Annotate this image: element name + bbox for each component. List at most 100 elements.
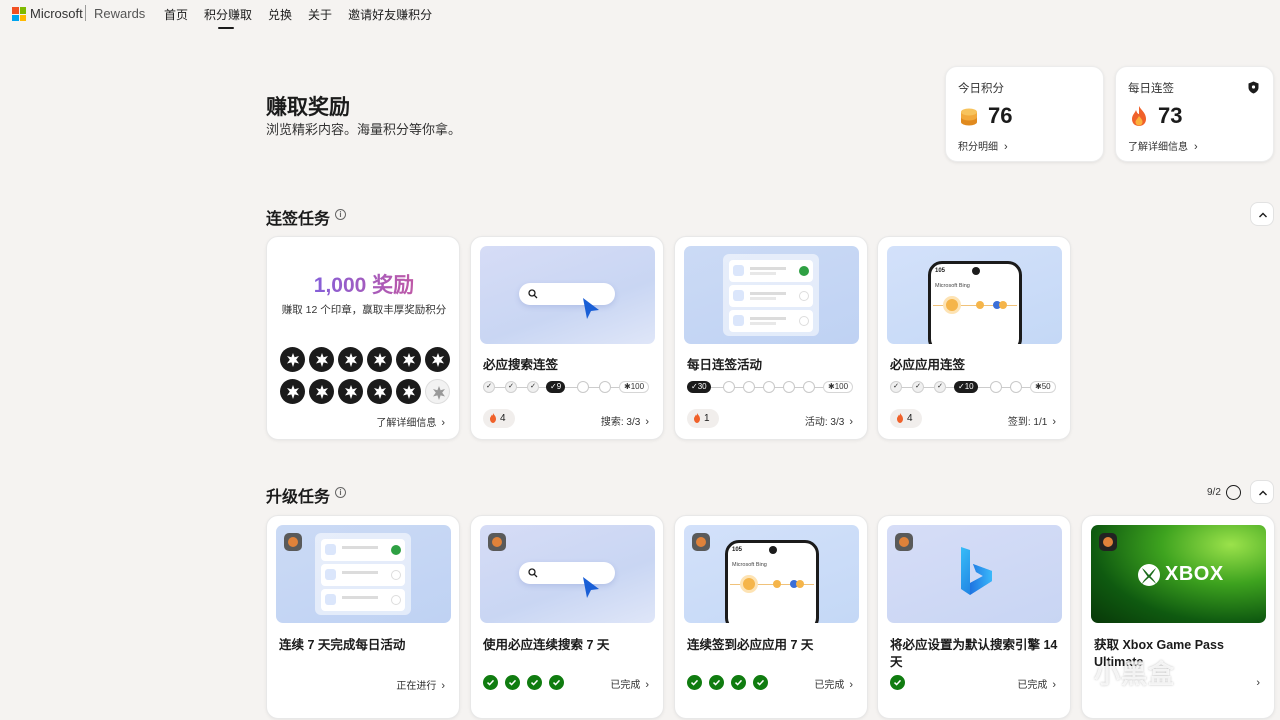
daily-streak-value: 73 — [1158, 103, 1183, 128]
brand-divider — [85, 5, 86, 21]
product-name[interactable]: Rewards — [94, 6, 145, 21]
streak-learn-more-link[interactable]: 了解详细信息 › — [1128, 138, 1198, 153]
xbox-wordmark: XBOX — [1165, 563, 1224, 585]
earned-stamp-icon — [367, 379, 392, 404]
earned-stamp-icon — [338, 347, 363, 372]
level-card-app-checkin[interactable]: 105 Microsoft Bing 连续签到必应应用 7 天 已完成 › — [674, 515, 868, 719]
collapse-streak-button[interactable] — [1250, 202, 1274, 226]
level-card-search[interactable]: 使用必应连续搜索 7 天 已完成 › — [470, 515, 664, 719]
green-check-icon — [549, 675, 564, 690]
current-streak-pill: ✓9 — [546, 381, 566, 393]
chevron-right-icon: › — [645, 679, 649, 691]
chevron-right-icon: › — [441, 417, 445, 429]
fire-count-badge: 1 — [687, 409, 719, 428]
today-points-label: 今日积分 — [958, 83, 1004, 95]
watermark: 小黑盒 — [1094, 659, 1176, 689]
activity-list-illustration — [276, 525, 451, 623]
chevron-right-icon: › — [1052, 679, 1056, 691]
earned-stamp-icon — [309, 379, 334, 404]
check-stamp-icon: ✓ — [527, 381, 539, 393]
level-section-title: 升级任务 — [266, 489, 331, 506]
card-status: 活动: 3/3 › — [804, 416, 853, 428]
nav-link-home[interactable]: 首页 — [164, 6, 188, 23]
nav-link-about[interactable]: 关于 — [308, 6, 332, 23]
earned-stamp-icon — [280, 379, 305, 404]
earned-stamp-icon — [425, 347, 450, 372]
card-status: 已完成 › — [814, 679, 853, 691]
check-stamp-icon: ✓ — [505, 381, 517, 393]
nav-link-refer[interactable]: 邀请好友赚积分 — [348, 6, 432, 23]
chevron-right-icon: › — [441, 680, 445, 692]
green-check-icon — [890, 675, 905, 690]
stamp-progress: ✓ ✓ ✓ ✓9 ✱100 — [483, 381, 655, 393]
card-status: 搜索: 3/3 › — [600, 416, 649, 428]
goal-pill: ✱100 — [619, 381, 650, 393]
stamp-promo-card[interactable]: 1,000 奖励 赚取 12 个印章，赢取丰厚奖励积分 了解详细信息 › — [266, 236, 460, 440]
card-title: 必应搜索连签 — [483, 358, 559, 372]
page-subtitle: 浏览精彩内容。海量积分等你拿。 — [266, 122, 462, 137]
card-title: 将必应设置为默认搜索引擎 14 天 — [890, 638, 1058, 669]
search-illustration — [480, 246, 655, 344]
brand-name[interactable]: Microsoft — [30, 6, 83, 21]
check-stamp-icon: ✓ — [912, 381, 924, 393]
check-stamp-icon: ✓ — [483, 381, 495, 393]
chevron-right-icon: › — [849, 416, 853, 428]
info-icon[interactable]: i — [335, 209, 346, 220]
fire-icon — [694, 413, 700, 423]
task-panel-graphic — [315, 533, 411, 615]
green-check-icon — [687, 675, 702, 690]
chevron-right-icon: › — [1256, 677, 1260, 689]
app-streak-card[interactable]: 105 Microsoft Bing 必应应用连签 ✓ ✓ ✓ ✓10 ✱50 … — [877, 236, 1071, 440]
promo-subtitle: 赚取 12 个印章，赢取丰厚奖励积分 — [281, 304, 447, 316]
promo-learn-more-link[interactable]: 了解详细信息 › — [376, 414, 445, 429]
xbox-illustration: XBOX — [1091, 525, 1266, 623]
card-title: 连续 7 天完成每日活动 — [279, 638, 406, 652]
card-status: 签到: 1/1 › — [1007, 416, 1056, 428]
nav-link-earn[interactable]: 积分赚取 — [204, 6, 252, 29]
fire-icon — [897, 413, 903, 423]
stamp-progress: ✓30 ✱100 — [687, 381, 859, 393]
phone-illustration: 105 Microsoft Bing — [887, 246, 1062, 344]
shield-icon[interactable] — [1248, 81, 1259, 94]
goal-pill: ✱50 — [1030, 381, 1056, 393]
nav-links: 首页 积分赚取 兑换 关于 邀请好友赚积分 — [164, 6, 448, 29]
level-card-daily-activity[interactable]: 连续 7 天完成每日活动 正在进行 › — [266, 515, 460, 719]
daily-streak-card: 每日连签 73 了解详细信息 › — [1115, 66, 1274, 162]
search-streak-card[interactable]: 必应搜索连签 ✓ ✓ ✓ ✓9 ✱100 4 搜索: 3/3 › — [470, 236, 664, 440]
info-icon[interactable]: i — [335, 487, 346, 498]
promo-title: 1,000 奖励 — [267, 269, 459, 299]
green-check-icon — [709, 675, 724, 690]
green-check-icon — [731, 675, 746, 690]
nav-link-redeem[interactable]: 兑换 — [268, 6, 292, 23]
card-title: 连续签到必应应用 7 天 — [687, 638, 814, 652]
phone-graphic: 105 Microsoft Bing — [725, 540, 819, 623]
fire-count-badge: 4 — [890, 409, 922, 428]
page-title: 赚取奖励 — [266, 96, 350, 119]
cursor-icon — [583, 577, 599, 598]
today-points-value: 76 — [988, 103, 1013, 128]
medal-icon — [1099, 533, 1117, 551]
collapse-level-button[interactable] — [1250, 480, 1274, 504]
points-detail-link[interactable]: 积分明细 › — [958, 138, 1008, 153]
chevron-up-icon — [1259, 490, 1267, 496]
stamp-progress: ✓ ✓ ✓ ✓10 ✱50 — [890, 381, 1062, 393]
card-title: 必应应用连签 — [890, 358, 966, 372]
daily-streak-label: 每日连签 — [1128, 83, 1174, 95]
card-title: 使用必应连续搜索 7 天 — [483, 638, 610, 652]
green-check-icon — [527, 675, 542, 690]
medal-icon — [692, 533, 710, 551]
current-streak-pill: ✓10 — [954, 381, 978, 393]
daily-activity-streak-card[interactable]: 每日连签活动 ✓30 ✱100 1 活动: 3/3 › — [674, 236, 868, 440]
medal-icon — [488, 533, 506, 551]
fire-count-badge: 4 — [483, 409, 515, 428]
search-icon — [528, 289, 538, 299]
level-card-default-engine[interactable]: 将必应设置为默认搜索引擎 14 天 已完成 › — [877, 515, 1071, 719]
task-panel-graphic — [723, 254, 819, 336]
green-check-icon — [483, 675, 498, 690]
chevron-up-icon — [1259, 212, 1267, 218]
earned-stamp-icon — [338, 379, 363, 404]
fire-icon — [1132, 106, 1146, 126]
microsoft-logo-icon[interactable] — [12, 7, 26, 21]
card-status: 已完成 › — [1017, 679, 1056, 691]
medal-icon — [895, 533, 913, 551]
